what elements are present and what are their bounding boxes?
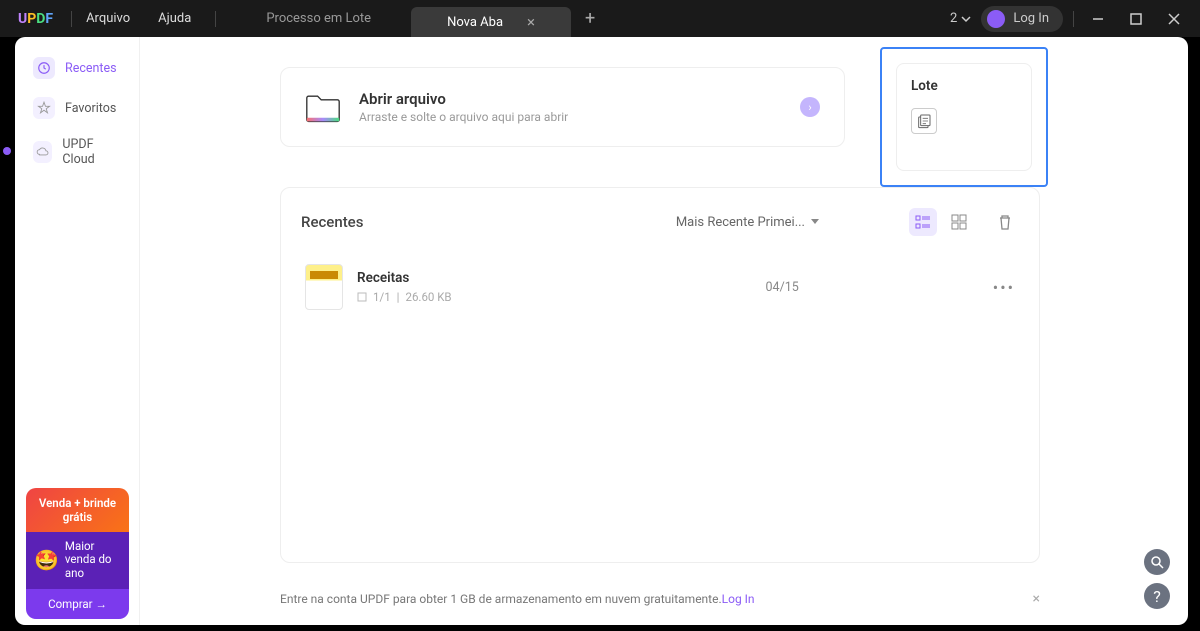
banner-text: Entre na conta UPDF para obter 1 GB de a…: [280, 592, 722, 606]
minimize-button[interactable]: [1084, 5, 1112, 33]
sidebar-item-favorites[interactable]: Favoritos: [25, 91, 129, 125]
list-view-button[interactable]: [909, 208, 937, 236]
zoom-button[interactable]: [1144, 549, 1170, 575]
menu-file[interactable]: Arquivo: [72, 11, 144, 26]
divider: [1073, 11, 1074, 27]
add-tab-button[interactable]: +: [571, 8, 609, 29]
counter[interactable]: 2: [950, 11, 971, 26]
banner-close-icon[interactable]: ×: [1033, 591, 1040, 607]
lote-highlight: Lote: [880, 47, 1048, 187]
app-window: Recentes Favoritos UPDF Cloud Abrir arqu…: [15, 37, 1188, 625]
cloud-banner: Entre na conta UPDF para obter 1 GB de a…: [280, 585, 1040, 613]
tab-batch[interactable]: Processo em Lote: [226, 11, 411, 26]
avatar-icon: [987, 10, 1005, 28]
divider: [215, 11, 216, 27]
sidebar-label: Favoritos: [65, 101, 116, 116]
file-meta: 1/1 | 26.60 KB: [357, 290, 677, 304]
file-date: 04/15: [766, 280, 799, 295]
promo-buy-button[interactable]: Comprar →: [26, 589, 129, 619]
close-tab-icon[interactable]: ×: [527, 13, 535, 31]
close-button[interactable]: [1160, 5, 1188, 33]
app-logo: UPDF: [0, 11, 71, 27]
sidebar-label: Recentes: [65, 61, 117, 76]
page-icon: [357, 292, 367, 302]
chevron-down-icon: [961, 14, 971, 24]
maximize-button[interactable]: [1122, 5, 1150, 33]
recents-panel: Recentes Mais Recente Primei... Receitas: [280, 187, 1040, 563]
promo-body: 🤩 Maior venda do ano: [26, 532, 129, 589]
more-icon[interactable]: •••: [993, 278, 1015, 297]
sort-dropdown[interactable]: Mais Recente Primei...: [676, 215, 819, 230]
merge-icon[interactable]: [911, 108, 937, 134]
content-area: Abrir arquivo Arraste e solte o arquivo …: [140, 37, 1188, 625]
help-button[interactable]: ?: [1144, 583, 1170, 609]
open-title: Abrir arquivo: [359, 90, 568, 108]
clock-icon: [33, 57, 55, 79]
menu-help[interactable]: Ajuda: [144, 11, 205, 26]
file-row[interactable]: Receitas 1/1 | 26.60 KB 04/15 •••: [301, 256, 1019, 318]
file-name: Receitas: [357, 270, 677, 286]
promo-card[interactable]: Venda + brinde grátis 🤩 Maior venda do a…: [26, 488, 129, 619]
promo-headline: Venda + brinde grátis: [26, 488, 129, 532]
file-thumbnail: [305, 264, 343, 310]
chevron-right-icon: ›: [800, 97, 820, 117]
lote-title: Lote: [911, 78, 1017, 94]
sidebar-item-recent[interactable]: Recentes: [25, 51, 129, 85]
delete-button[interactable]: [991, 208, 1019, 236]
star-icon: [33, 97, 55, 119]
recents-title: Recentes: [301, 213, 363, 231]
emoji-icon: 🤩: [34, 548, 59, 572]
recents-header: Recentes Mais Recente Primei...: [301, 208, 1019, 236]
tab-new[interactable]: Nova Aba ×: [411, 7, 571, 37]
caret-down-icon: [811, 219, 819, 225]
grid-view-button[interactable]: [945, 208, 973, 236]
sidebar-item-cloud[interactable]: UPDF Cloud: [25, 131, 129, 173]
login-button[interactable]: Log In: [981, 6, 1063, 32]
lote-card[interactable]: Lote: [896, 63, 1032, 171]
cloud-icon: [33, 141, 52, 163]
folder-icon: [305, 90, 341, 124]
sidebar-label: UPDF Cloud: [62, 137, 121, 167]
tab-label: Nova Aba: [447, 15, 503, 30]
banner-login-link[interactable]: Log In: [722, 592, 755, 606]
title-bar: UPDF Arquivo Ajuda Processo em Lote Nova…: [0, 0, 1200, 37]
open-subtitle: Arraste e solte o arquivo aqui para abri…: [359, 110, 568, 124]
open-file-card[interactable]: Abrir arquivo Arraste e solte o arquivo …: [280, 67, 845, 147]
